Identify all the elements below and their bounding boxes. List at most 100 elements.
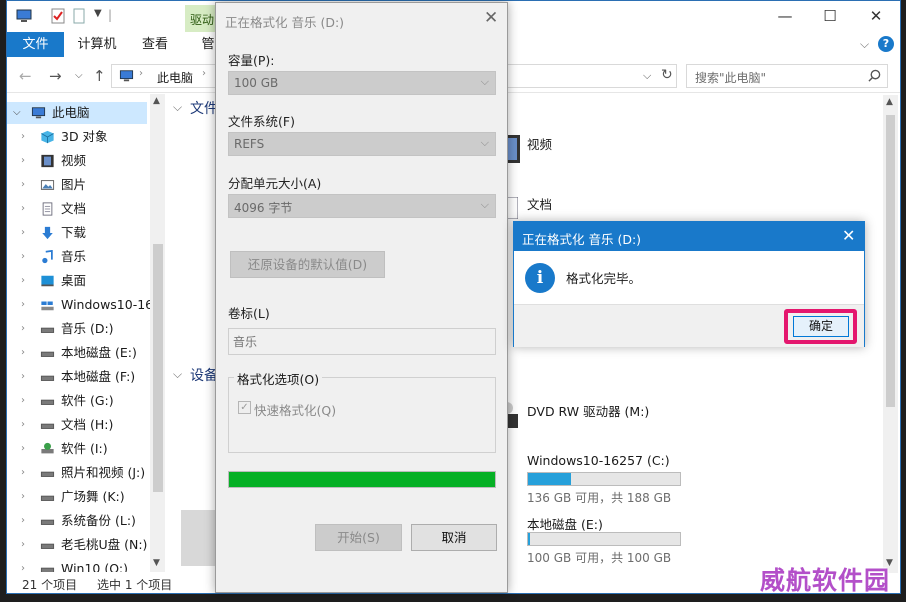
sidebar-item-label: Win10 (O:) [61, 561, 128, 572]
message-box-close-icon[interactable]: ✕ [842, 226, 855, 245]
quick-format-checkbox[interactable]: ✓ [238, 401, 251, 414]
capacity-select[interactable]: 100 GB ⌵ [228, 71, 496, 95]
chevron-right-icon[interactable]: › [21, 438, 25, 460]
tab-file[interactable]: 文件 [7, 32, 64, 57]
sidebar-item-drive-j[interactable]: › 照片和视频 (J:) [7, 462, 147, 484]
allocation-select[interactable]: 4096 字节 ⌵ [228, 194, 496, 218]
start-button[interactable]: 开始(S) [315, 524, 402, 551]
watermark: 威航软件园 [760, 566, 891, 595]
breadcrumb-chevron-icon[interactable]: › [139, 68, 143, 79]
up-icon[interactable]: ↑ [93, 67, 106, 85]
sidebar-item-drive-e[interactable]: › 本地磁盘 (E:) [7, 342, 147, 364]
ribbon-expand-icon[interactable]: ⌵ [860, 37, 869, 52]
restore-defaults-button[interactable]: 还原设备的默认值(D) [230, 251, 385, 278]
sidebar-scrollbar[interactable]: ▲ ▼ [150, 94, 165, 572]
sidebar-item-drive-h[interactable]: › 文档 (H:) [7, 414, 147, 436]
computer-icon [31, 107, 46, 119]
folder-item-videos[interactable]: 视频 [527, 134, 552, 153]
ok-button[interactable]: 确定 [793, 316, 849, 337]
sidebar-item-videos[interactable]: › 视频 [7, 150, 147, 172]
cancel-button[interactable]: 取消 [411, 524, 497, 551]
help-icon[interactable]: ? [878, 36, 894, 52]
chevron-right-icon[interactable]: › [21, 414, 25, 436]
minimize-button[interactable]: — [773, 5, 797, 27]
sidebar-item-drive-g[interactable]: › 软件 (G:) [7, 390, 147, 412]
chevron-right-icon[interactable]: › [21, 342, 25, 364]
chevron-right-icon[interactable]: › [21, 174, 25, 196]
sidebar-item-drive-f[interactable]: › 本地磁盘 (F:) [7, 366, 147, 388]
chevron-right-icon[interactable]: › [21, 534, 25, 556]
chevron-right-icon[interactable]: › [21, 366, 25, 388]
group-header-folders[interactable]: 文件 [190, 98, 218, 118]
content-scroll-thumb[interactable] [886, 115, 895, 407]
sidebar-item-drive-d[interactable]: › 音乐 (D:) [7, 318, 147, 340]
chevron-down-icon[interactable]: ⌵ [13, 102, 21, 124]
document-icon[interactable] [507, 197, 518, 219]
chevron-right-icon[interactable]: › [21, 150, 25, 172]
tab-manage[interactable]: 管 [201, 32, 215, 57]
properties-icon[interactable] [50, 8, 66, 24]
sidebar-item-drive-l[interactable]: › 系统备份 (L:) [7, 510, 147, 532]
tab-view[interactable]: 查看 [131, 32, 179, 57]
chevron-right-icon[interactable]: › [21, 486, 25, 508]
filesystem-select[interactable]: REFS ⌵ [228, 132, 496, 156]
chevron-right-icon[interactable]: › [21, 510, 25, 532]
sidebar-item-drive-n[interactable]: › 老毛桃U盘 (N:) [7, 534, 147, 556]
chevron-right-icon[interactable]: › [21, 126, 25, 148]
chevron-right-icon[interactable]: › [21, 294, 25, 316]
group-chevron-icon[interactable]: ⌵ [173, 367, 182, 382]
scroll-up-icon[interactable]: ▲ [153, 96, 160, 106]
address-dropdown-icon[interactable]: ⌵ [643, 69, 651, 83]
refresh-icon[interactable]: ↻ [661, 67, 673, 83]
forward-icon[interactable]: → [49, 67, 62, 85]
sidebar-item-drive-o[interactable]: › Win10 (O:) [7, 558, 147, 572]
chevron-right-icon[interactable]: › [21, 462, 25, 484]
maximize-button[interactable]: ☐ [818, 5, 842, 27]
sidebar-item-downloads[interactable]: › 下载 [7, 222, 147, 244]
device-item-dvd[interactable]: DVD RW 驱动器 (M:) [527, 401, 649, 420]
sidebar-scroll-thumb[interactable] [153, 244, 163, 492]
tab-computer[interactable]: 计算机 [69, 32, 125, 57]
recent-dropdown-icon[interactable]: ⌵ [75, 70, 83, 81]
scroll-down-icon[interactable]: ▼ [153, 558, 160, 568]
group-header-devices[interactable]: 设备 [190, 365, 218, 385]
format-dialog-close-icon[interactable]: ✕ [484, 8, 498, 28]
chevron-right-icon[interactable]: › [21, 390, 25, 412]
sidebar-item-label: Windows10-16 [61, 297, 154, 312]
chevron-right-icon[interactable]: › [21, 246, 25, 268]
sidebar-item-music[interactable]: › 音乐 [7, 246, 147, 268]
folder-item-documents[interactable]: 文档 [527, 194, 552, 213]
device-item-drive-c[interactable]: Windows10-16257 (C:) [527, 453, 670, 468]
back-icon[interactable]: ← [19, 67, 32, 85]
sidebar-item-label: 本地磁盘 (F:) [61, 369, 136, 384]
sidebar-item-drive-k[interactable]: › 广场舞 (K:) [7, 486, 147, 508]
content-scrollbar[interactable]: ▲ ▼ [883, 95, 898, 573]
breadcrumb[interactable]: 此电脑 [157, 69, 193, 86]
group-chevron-icon[interactable]: ⌵ [173, 100, 182, 115]
chevron-right-icon[interactable]: › [21, 222, 25, 244]
chevron-right-icon[interactable]: › [21, 318, 25, 340]
search-placeholder: 搜索"此电脑" [695, 71, 767, 85]
sidebar-item-drive-i[interactable]: › 软件 (I:) [7, 438, 147, 460]
message-text: 格式化完毕。 [566, 271, 642, 286]
volume-label-input[interactable]: 音乐 [228, 328, 496, 355]
chevron-right-icon[interactable]: › [21, 198, 25, 220]
sidebar-item-this-pc[interactable]: ⌵ 此电脑 [7, 102, 147, 124]
sidebar-item-pictures[interactable]: › 图片 [7, 174, 147, 196]
sidebar-item-os-drive[interactable]: › Windows10-16 [7, 294, 153, 316]
sidebar-item-desktop[interactable]: › 桌面 [7, 270, 147, 292]
search-input[interactable]: 搜索"此电脑" [686, 64, 888, 88]
device-item-drive-e[interactable]: 本地磁盘 (E:) [527, 514, 603, 533]
search-icon [868, 69, 881, 82]
sidebar-item-3d-objects[interactable]: › 3D 对象 [7, 126, 147, 148]
computer-icon[interactable] [16, 8, 32, 24]
breadcrumb-chevron-icon[interactable]: › [202, 68, 206, 79]
sidebar-item-documents[interactable]: › 文档 [7, 198, 147, 220]
chevron-right-icon[interactable]: › [21, 558, 25, 572]
sidebar-item-label: 3D 对象 [61, 129, 108, 144]
close-button[interactable]: ✕ [864, 5, 888, 27]
drive-c-usage-text: 136 GB 可用，共 188 GB [527, 491, 672, 505]
new-folder-icon[interactable] [71, 8, 87, 24]
scroll-up-icon[interactable]: ▲ [886, 97, 893, 107]
chevron-right-icon[interactable]: › [21, 270, 25, 292]
